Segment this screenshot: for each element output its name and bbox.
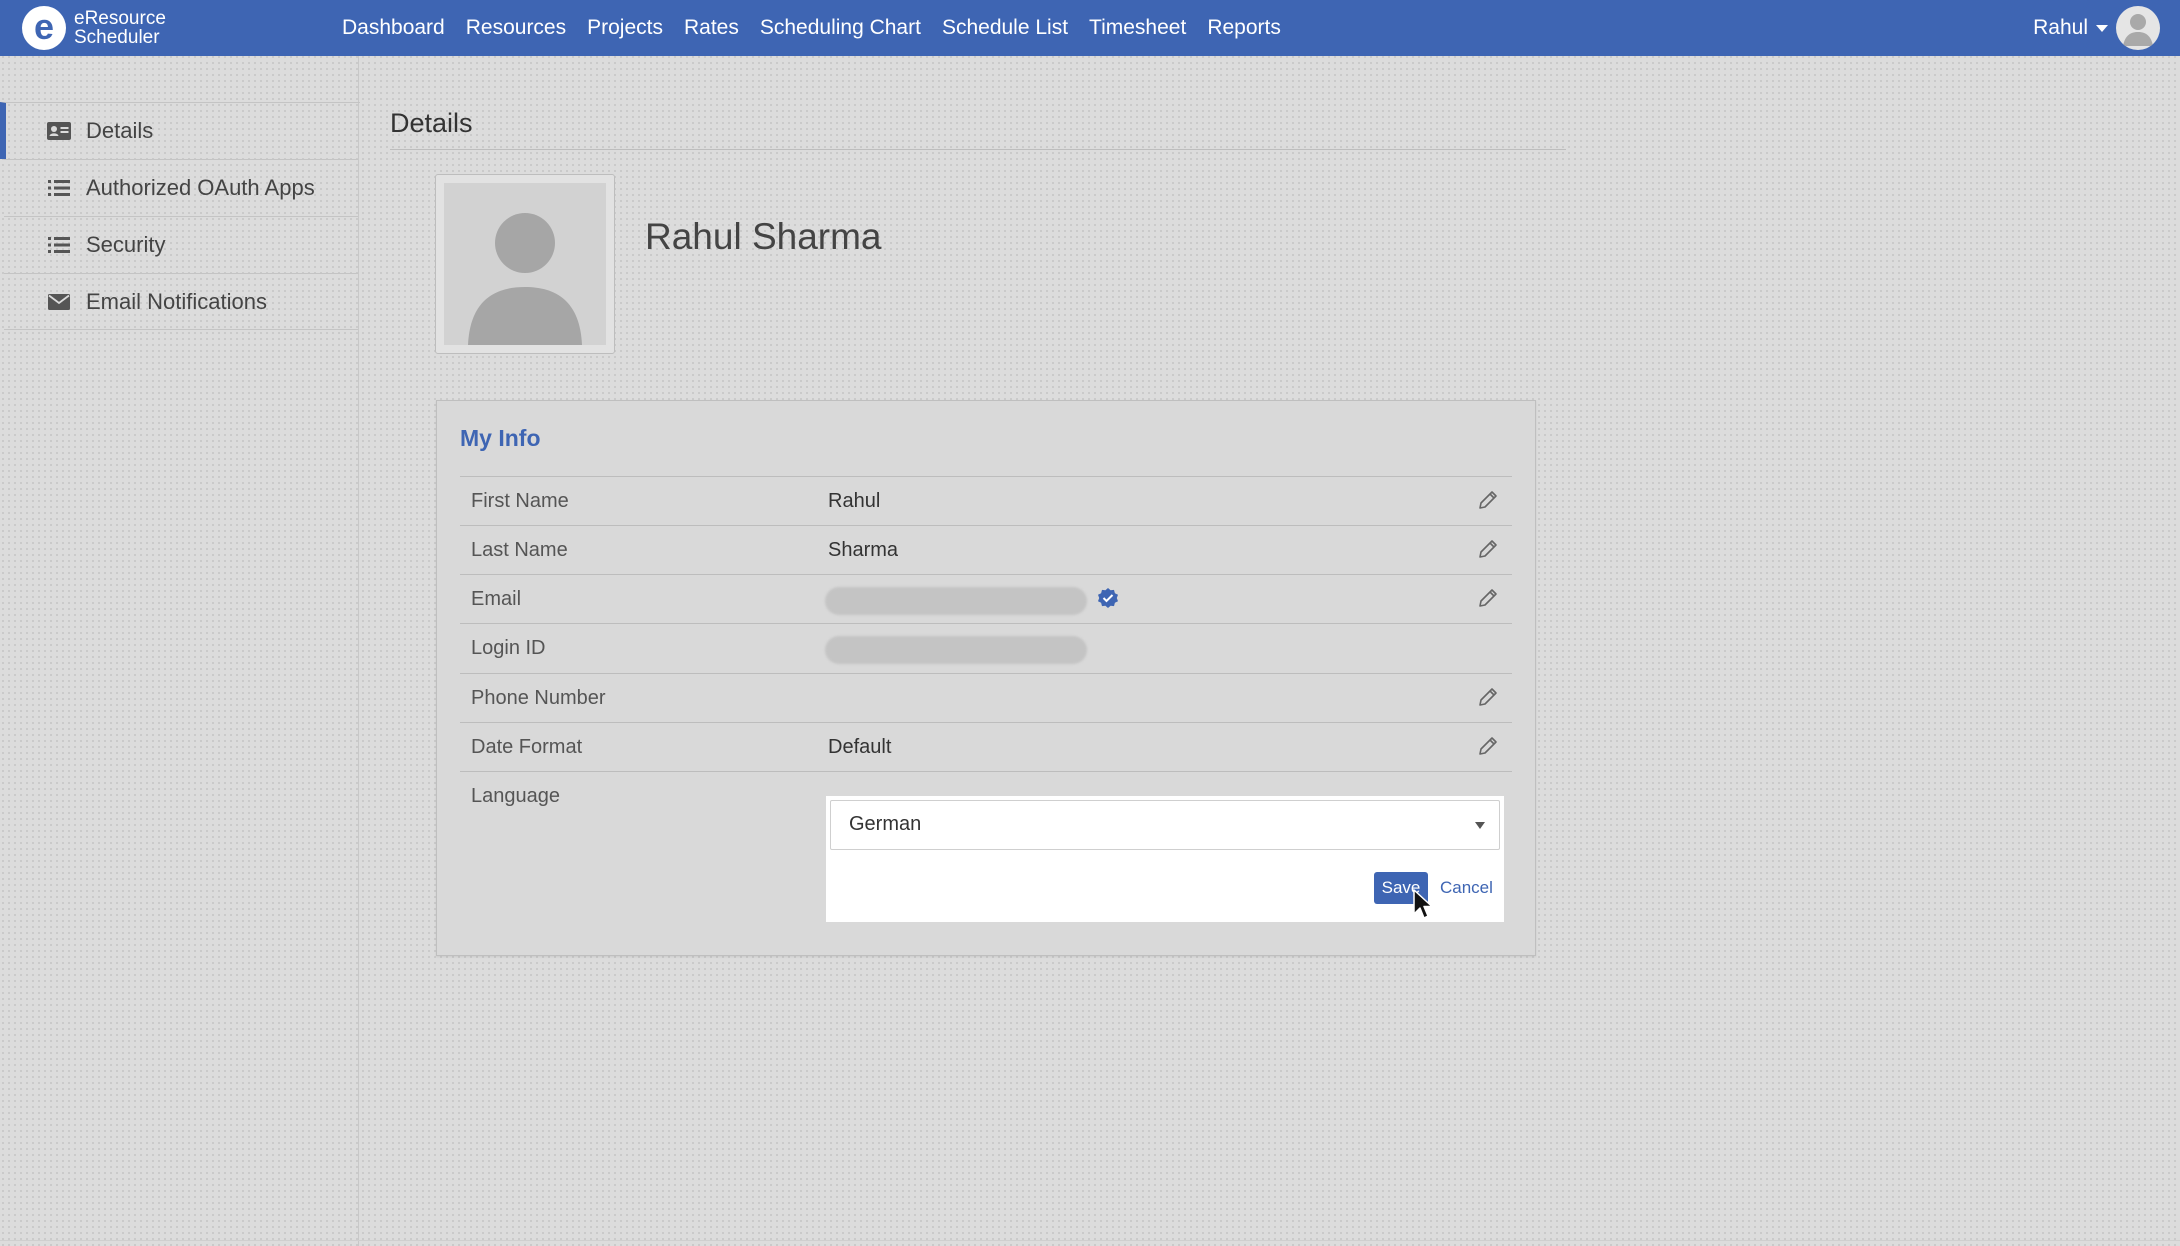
- user-menu[interactable]: Rahul: [2033, 6, 2160, 50]
- profile-picture[interactable]: [435, 174, 615, 354]
- avatar-icon[interactable]: [2116, 6, 2160, 50]
- nav-dashboard[interactable]: Dashboard: [342, 16, 445, 40]
- field-value: Rahul: [828, 490, 881, 512]
- sidebar-item-security[interactable]: Security: [4, 216, 358, 273]
- info-row-first-name: First Name Rahul: [460, 476, 1512, 526]
- nav-timesheet[interactable]: Timesheet: [1089, 16, 1186, 40]
- footer-divider: [0, 1240, 2180, 1241]
- chevron-down-icon: [2096, 24, 2108, 32]
- sidebar: Details Authorized OAuth Apps Security E…: [0, 56, 360, 1246]
- nav-schedule-list[interactable]: Schedule List: [942, 16, 1068, 40]
- info-row-email: Email: [460, 574, 1512, 624]
- verified-badge-icon: [1096, 587, 1120, 611]
- envelope-icon: [46, 294, 72, 310]
- nav-scheduling-chart[interactable]: Scheduling Chart: [760, 16, 921, 40]
- field-label: First Name: [471, 490, 569, 512]
- info-row-login-id: Login ID: [460, 623, 1512, 673]
- info-row-date-format: Date Format Default: [460, 722, 1512, 772]
- sidebar-item-label: Security: [86, 232, 166, 257]
- list-icon: [46, 179, 72, 197]
- chevron-down-icon: [1475, 822, 1485, 829]
- logo-line-2: Scheduler: [74, 27, 160, 48]
- id-card-icon: [46, 121, 72, 141]
- top-navbar: e eResource Scheduler Dashboard Resource…: [0, 0, 2180, 56]
- nav-projects[interactable]: Projects: [587, 16, 663, 40]
- field-label: Login ID: [471, 637, 546, 659]
- language-editor: German Save Cancel: [826, 796, 1504, 922]
- my-info-card: My Info First Name Rahul Last Name Sharm…: [436, 400, 1536, 956]
- user-name: Rahul: [2033, 16, 2088, 39]
- pencil-icon[interactable]: [1476, 488, 1500, 512]
- list-icon: [46, 236, 72, 254]
- logo-text: eResource Scheduler: [74, 9, 166, 47]
- avatar-icon: [444, 183, 606, 345]
- language-selected-value: German: [849, 813, 922, 835]
- title-divider: [390, 149, 1566, 150]
- profile-name: Rahul Sharma: [645, 216, 882, 257]
- info-row-last-name: Last Name Sharma: [460, 525, 1512, 575]
- sidebar-item-label: Details: [86, 118, 154, 143]
- nav-reports[interactable]: Reports: [1207, 16, 1281, 40]
- redacted-email-value: [825, 587, 1087, 615]
- field-label: Last Name: [471, 539, 568, 561]
- sidebar-item-details[interactable]: Details: [0, 102, 360, 159]
- sidebar-item-oauth-apps[interactable]: Authorized OAuth Apps: [4, 159, 358, 216]
- main-nav: Dashboard Resources Projects Rates Sched…: [342, 16, 1302, 40]
- logo-line-1: eResource: [74, 8, 166, 29]
- card-title: My Info: [460, 425, 541, 451]
- cancel-link[interactable]: Cancel: [1440, 878, 1493, 898]
- pencil-icon[interactable]: [1476, 734, 1500, 758]
- logo-mark-icon: e: [22, 6, 66, 50]
- pencil-icon[interactable]: [1476, 537, 1500, 561]
- pencil-icon[interactable]: [1476, 685, 1500, 709]
- sidebar-item-email-notifications[interactable]: Email Notifications: [4, 273, 358, 330]
- sidebar-divider: [4, 329, 358, 330]
- pencil-icon[interactable]: [1476, 586, 1500, 610]
- field-label: Phone Number: [471, 687, 606, 709]
- mouse-pointer-icon: [1412, 888, 1438, 922]
- nav-resources[interactable]: Resources: [466, 16, 566, 40]
- field-label: Email: [471, 588, 522, 610]
- page-title: Details: [390, 108, 473, 138]
- nav-rates[interactable]: Rates: [684, 16, 739, 40]
- sidebar-item-label: Authorized OAuth Apps: [86, 175, 315, 200]
- language-select[interactable]: German: [830, 800, 1500, 850]
- info-row-phone: Phone Number: [460, 673, 1512, 723]
- redacted-login-value: [825, 636, 1087, 664]
- field-value: Sharma: [828, 539, 899, 561]
- app-logo[interactable]: e eResource Scheduler: [22, 6, 342, 50]
- sidebar-item-label: Email Notifications: [86, 289, 267, 314]
- field-label: Date Format: [471, 736, 583, 758]
- field-label: Language: [471, 785, 560, 807]
- field-value: Default: [828, 736, 892, 758]
